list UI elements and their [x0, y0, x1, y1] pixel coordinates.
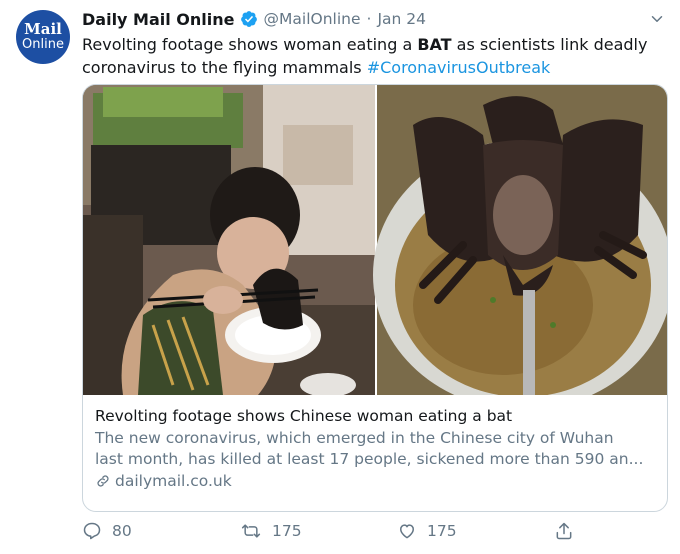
share-button[interactable]	[554, 521, 584, 541]
header-separator: ·	[366, 10, 372, 28]
reply-button[interactable]: 80	[82, 521, 132, 541]
card-description-line1: The new coronavirus, which emerged in th…	[95, 429, 614, 447]
card-photo-woman-eating	[83, 85, 375, 395]
author-name[interactable]: Daily Mail Online	[82, 10, 235, 29]
card-body[interactable]: Revolting footage shows Chinese woman ea…	[95, 405, 655, 490]
avatar[interactable]: Mail Online	[16, 10, 70, 64]
card-description-line2: last month, has killed at least 17 peopl…	[95, 450, 644, 468]
tweet-header: Daily Mail Online @MailOnline · Jan 24	[82, 8, 426, 30]
avatar-text-online: Online	[22, 37, 64, 52]
tweet-date[interactable]: Jan 24	[377, 10, 426, 28]
avatar-text-mail: Mail	[24, 20, 62, 38]
like-button[interactable]: 175	[397, 521, 457, 541]
retweet-count: 175	[272, 522, 302, 540]
tweet-text-part1: Revolting footage shows woman eating a	[82, 35, 418, 54]
tweet-text: Revolting footage shows woman eating a B…	[82, 33, 662, 79]
card-title[interactable]: Revolting footage shows Chinese woman ea…	[95, 405, 655, 427]
share-icon	[556, 522, 572, 540]
retweet-button[interactable]: 175	[240, 521, 302, 541]
hashtag-link[interactable]: #CoronavirusOutbreak	[367, 58, 551, 77]
tweet-text-bold: BAT	[417, 35, 452, 54]
link-icon	[97, 475, 109, 487]
card-photo-bat-soup	[373, 85, 667, 395]
card-source[interactable]: dailymail.co.uk	[95, 472, 655, 490]
link-card[interactable]: Revolting footage shows Chinese woman ea…	[82, 84, 668, 512]
like-icon	[400, 524, 414, 539]
author-handle[interactable]: @MailOnline	[264, 10, 361, 28]
reply-icon	[83, 522, 101, 540]
reply-count: 80	[112, 522, 132, 540]
card-description: The new coronavirus, which emerged in th…	[95, 428, 655, 470]
chevron-down-icon[interactable]	[648, 10, 666, 28]
retweet-icon	[241, 524, 261, 538]
tweet-actions: 80 175 175	[82, 521, 582, 547]
card-media[interactable]	[83, 85, 667, 395]
like-count: 175	[427, 522, 457, 540]
verified-badge-icon	[240, 11, 257, 27]
card-domain[interactable]: dailymail.co.uk	[115, 472, 232, 490]
